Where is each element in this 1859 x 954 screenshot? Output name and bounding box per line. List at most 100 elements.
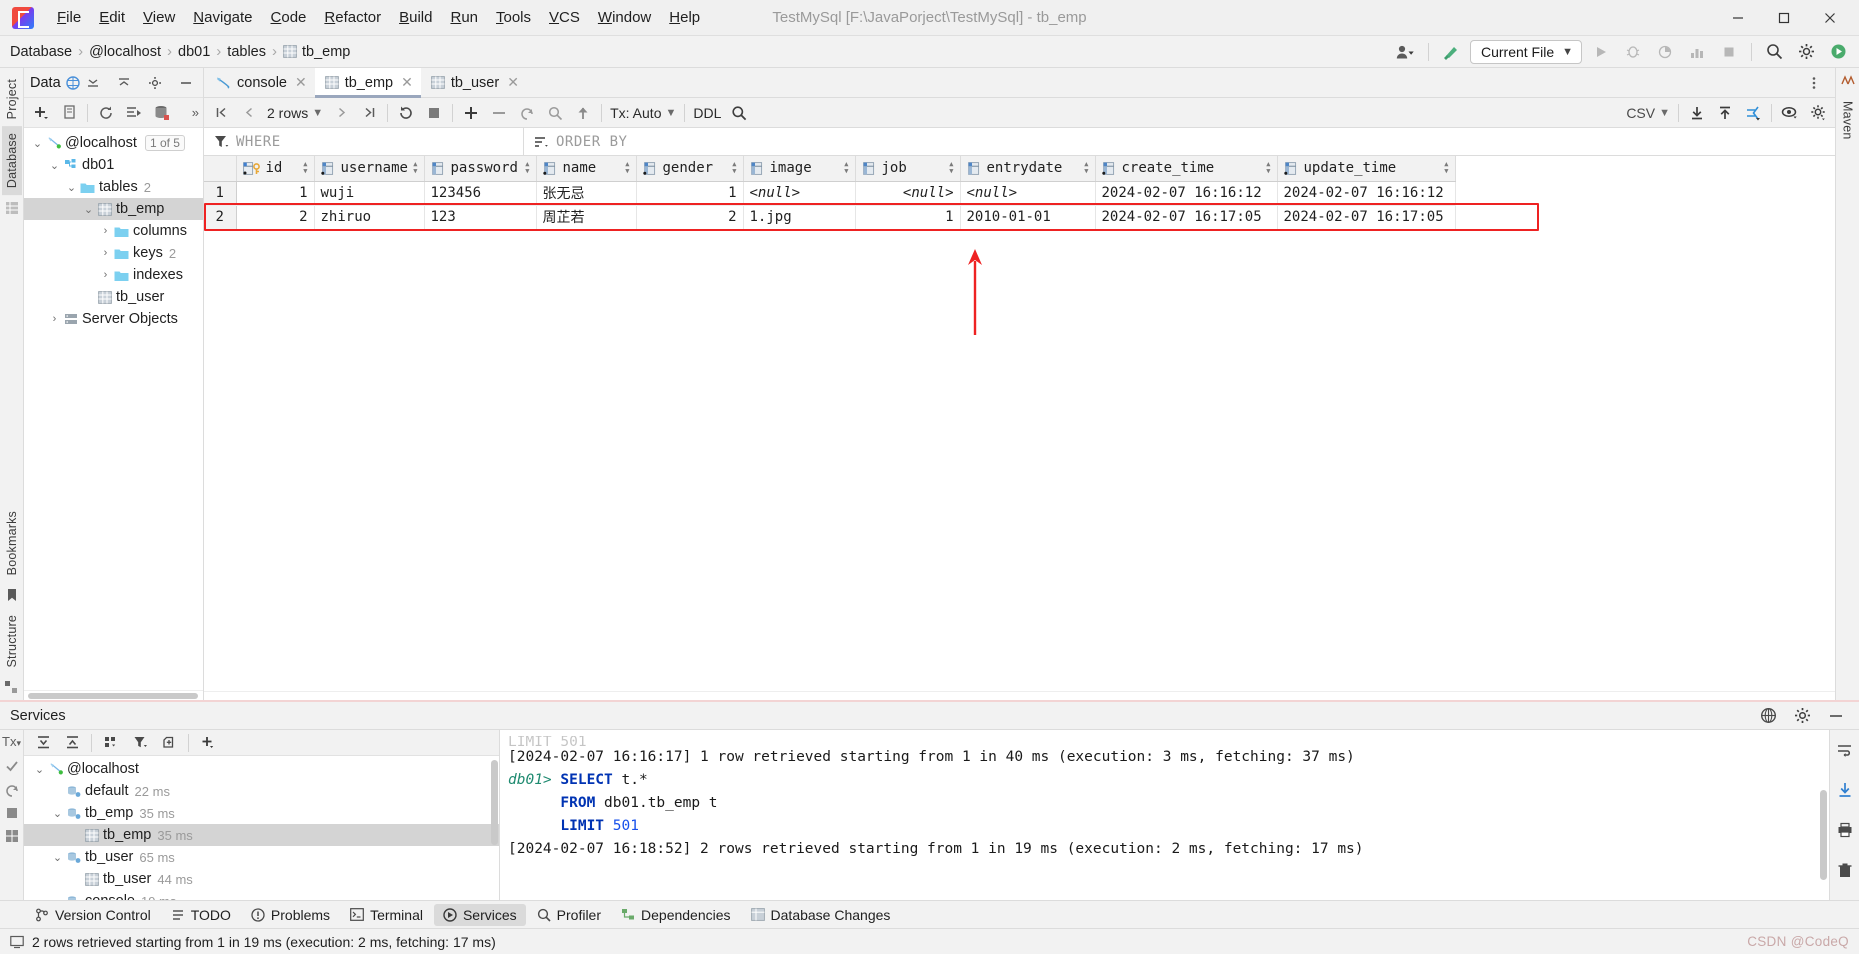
chevron-down-icon[interactable]: ⌄ xyxy=(47,159,62,172)
cell-password[interactable]: 123 xyxy=(424,205,537,229)
sort-toggle-icon[interactable]: ▲ ▼ xyxy=(844,161,848,175)
transaction-mode-selector[interactable]: Tx: Auto ▼ xyxy=(607,105,679,121)
cell-gender[interactable]: 2 xyxy=(636,205,744,229)
menu-window[interactable]: Window xyxy=(589,5,660,30)
add-tab-icon[interactable] xyxy=(156,731,182,755)
print-icon[interactable] xyxy=(1832,818,1858,842)
column-header-create_time[interactable]: create_time ▲ ▼ xyxy=(1095,156,1278,182)
settings-gear-icon[interactable] xyxy=(1793,40,1819,64)
cell-image[interactable]: <null> xyxy=(743,181,856,206)
breadcrumb-item-localhost[interactable]: @localhost xyxy=(89,44,161,60)
grid-settings-gear-icon[interactable] xyxy=(1805,101,1831,125)
next-page-icon[interactable] xyxy=(328,101,354,125)
maximize-button[interactable] xyxy=(1761,1,1807,35)
group-by-icon[interactable] xyxy=(98,731,124,755)
bottom-tab-version-control[interactable]: Version Control xyxy=(26,904,160,926)
run-with-coverage-button[interactable] xyxy=(1652,40,1678,64)
minimize-button[interactable] xyxy=(1715,1,1761,35)
menu-tools[interactable]: Tools xyxy=(487,5,540,30)
breadcrumb-item-database[interactable]: Database xyxy=(10,44,72,60)
menu-code[interactable]: Code xyxy=(262,5,316,30)
tool-tab-bookmarks[interactable]: Bookmarks xyxy=(2,504,22,582)
chevron-down-icon[interactable]: ⌄ xyxy=(30,137,45,150)
cell-job[interactable]: <null> xyxy=(855,181,961,206)
collapse-all-icon[interactable] xyxy=(59,731,85,755)
cell-password[interactable]: 123456 xyxy=(424,181,537,206)
bottom-tab-services[interactable]: Services xyxy=(433,903,526,926)
tree-node-db01[interactable]: ⌄ db01 xyxy=(24,154,203,176)
tree-node-keys[interactable]: › keys 2 xyxy=(24,242,203,264)
database-tools-icon[interactable] xyxy=(149,101,175,125)
sort-toggle-icon[interactable]: ▲ ▼ xyxy=(732,161,736,175)
column-header-password[interactable]: password ▲ ▼ xyxy=(424,156,537,182)
chevron-down-icon[interactable]: ⌄ xyxy=(64,181,79,194)
find-replace-icon[interactable] xyxy=(542,101,568,125)
sort-toggle-icon[interactable]: ▲ ▼ xyxy=(1444,161,1448,175)
services-settings-gear-icon[interactable] xyxy=(1789,704,1815,728)
submit-changes-icon[interactable] xyxy=(570,101,596,125)
bottom-tab-database-changes[interactable]: Database Changes xyxy=(742,904,900,926)
delete-row-icon[interactable] xyxy=(486,101,512,125)
cell-entrydate[interactable]: <null> xyxy=(960,181,1096,206)
column-header-entrydate[interactable]: entrydate ▲ ▼ xyxy=(960,156,1096,182)
expand-all-icon[interactable] xyxy=(111,71,137,95)
tree-node-serverobjects[interactable]: › Server Objects xyxy=(24,308,203,330)
filter-icon[interactable] xyxy=(127,731,153,755)
close-icon[interactable]: ✕ xyxy=(295,74,307,91)
tool-tab-database[interactable]: Database xyxy=(1,126,22,196)
breadcrumb-item-db01[interactable]: db01 xyxy=(178,44,210,60)
run-sql-script-icon[interactable] xyxy=(121,101,147,125)
data-extractor-icon[interactable] xyxy=(1740,101,1766,125)
cell-id[interactable]: 1 xyxy=(236,181,315,206)
services-hide-icon[interactable] xyxy=(1823,704,1849,728)
sort-toggle-icon[interactable]: ▲ ▼ xyxy=(1084,161,1088,175)
tree-node-tb_emp[interactable]: ⌄ tb_emp xyxy=(24,198,203,220)
table-row[interactable]: 1 1 wuji 123456 张无忌 1 <null> <null> <null> 2024-0… xyxy=(204,181,1456,206)
search-icon[interactable] xyxy=(1761,40,1787,64)
sort-toggle-icon[interactable]: ▲ ▼ xyxy=(625,161,629,175)
row-count-selector[interactable]: 2 rows ▼ xyxy=(264,105,326,121)
cell-username[interactable]: zhiruo xyxy=(314,205,425,229)
cell-name[interactable]: 张无忌 xyxy=(536,181,637,206)
reload-data-icon[interactable] xyxy=(393,101,419,125)
first-page-icon[interactable] xyxy=(208,101,234,125)
cell-entrydate[interactable]: 2010-01-01 xyxy=(960,205,1096,229)
refresh-icon[interactable] xyxy=(93,101,119,125)
sort-toggle-icon[interactable]: ▲ ▼ xyxy=(525,161,529,175)
menu-edit[interactable]: Edit xyxy=(90,5,134,30)
debug-button[interactable] xyxy=(1620,40,1646,64)
tree-node-localhost[interactable]: ⌄ @localhost 1 of 5 xyxy=(24,132,203,154)
more-actions-icon[interactable]: » xyxy=(192,105,199,120)
column-header-update_time[interactable]: update_time ▲ ▼ xyxy=(1277,156,1456,182)
column-header-job[interactable]: job ▲ ▼ xyxy=(855,156,961,182)
chevron-down-icon[interactable]: ⌄ xyxy=(50,807,65,820)
services-node-localhost[interactable]: ⌄ @localhost xyxy=(24,758,499,780)
data-grid[interactable]: id ▲ ▼ username ▲ ▼ password ▲ ▼ name ▲ ▼ gender ▲ ▼ im… xyxy=(204,156,1835,691)
chevron-right-icon[interactable]: › xyxy=(47,313,62,325)
row-number[interactable]: 1 xyxy=(204,181,237,206)
breadcrumb-item-tb_emp[interactable]: tb_emp xyxy=(283,44,350,60)
cell-name[interactable]: 周芷若 xyxy=(536,205,637,229)
sidebar-horizontal-scrollbar[interactable] xyxy=(24,690,203,700)
menu-navigate[interactable]: Navigate xyxy=(184,5,261,30)
services-node-console[interactable]: ⌄ console 19 ms xyxy=(24,890,499,900)
bottom-tab-problems[interactable]: Problems xyxy=(242,904,339,926)
menu-help[interactable]: Help xyxy=(660,5,709,30)
bottom-tab-profiler[interactable]: Profiler xyxy=(528,904,610,926)
collapse-all-icon[interactable] xyxy=(80,71,106,95)
chevron-down-icon[interactable]: ⌄ xyxy=(50,895,65,901)
column-header-id[interactable]: id ▲ ▼ xyxy=(236,156,315,182)
tree-node-indexes[interactable]: › indexes xyxy=(24,264,203,286)
chevron-right-icon[interactable]: › xyxy=(98,269,113,281)
menu-view[interactable]: View xyxy=(134,5,184,30)
hide-panel-icon[interactable] xyxy=(173,71,199,95)
editor-tab-tb_user[interactable]: tb_user ✕ xyxy=(421,68,527,98)
tool-tab-project[interactable]: Project xyxy=(2,72,22,126)
cell-id[interactable]: 2 xyxy=(236,205,315,229)
rollback-icon[interactable] xyxy=(5,783,19,797)
build-hammer-icon[interactable] xyxy=(1438,40,1464,64)
services-node-default[interactable]: default 22 ms xyxy=(24,780,499,802)
table-row[interactable]: 2 2 zhiruo 123 周芷若 2 1.jpg 1 2010-01-01 2024-02-0… xyxy=(204,205,1456,229)
stop-button[interactable] xyxy=(1716,40,1742,64)
chevron-down-icon[interactable]: ⌄ xyxy=(50,851,65,864)
